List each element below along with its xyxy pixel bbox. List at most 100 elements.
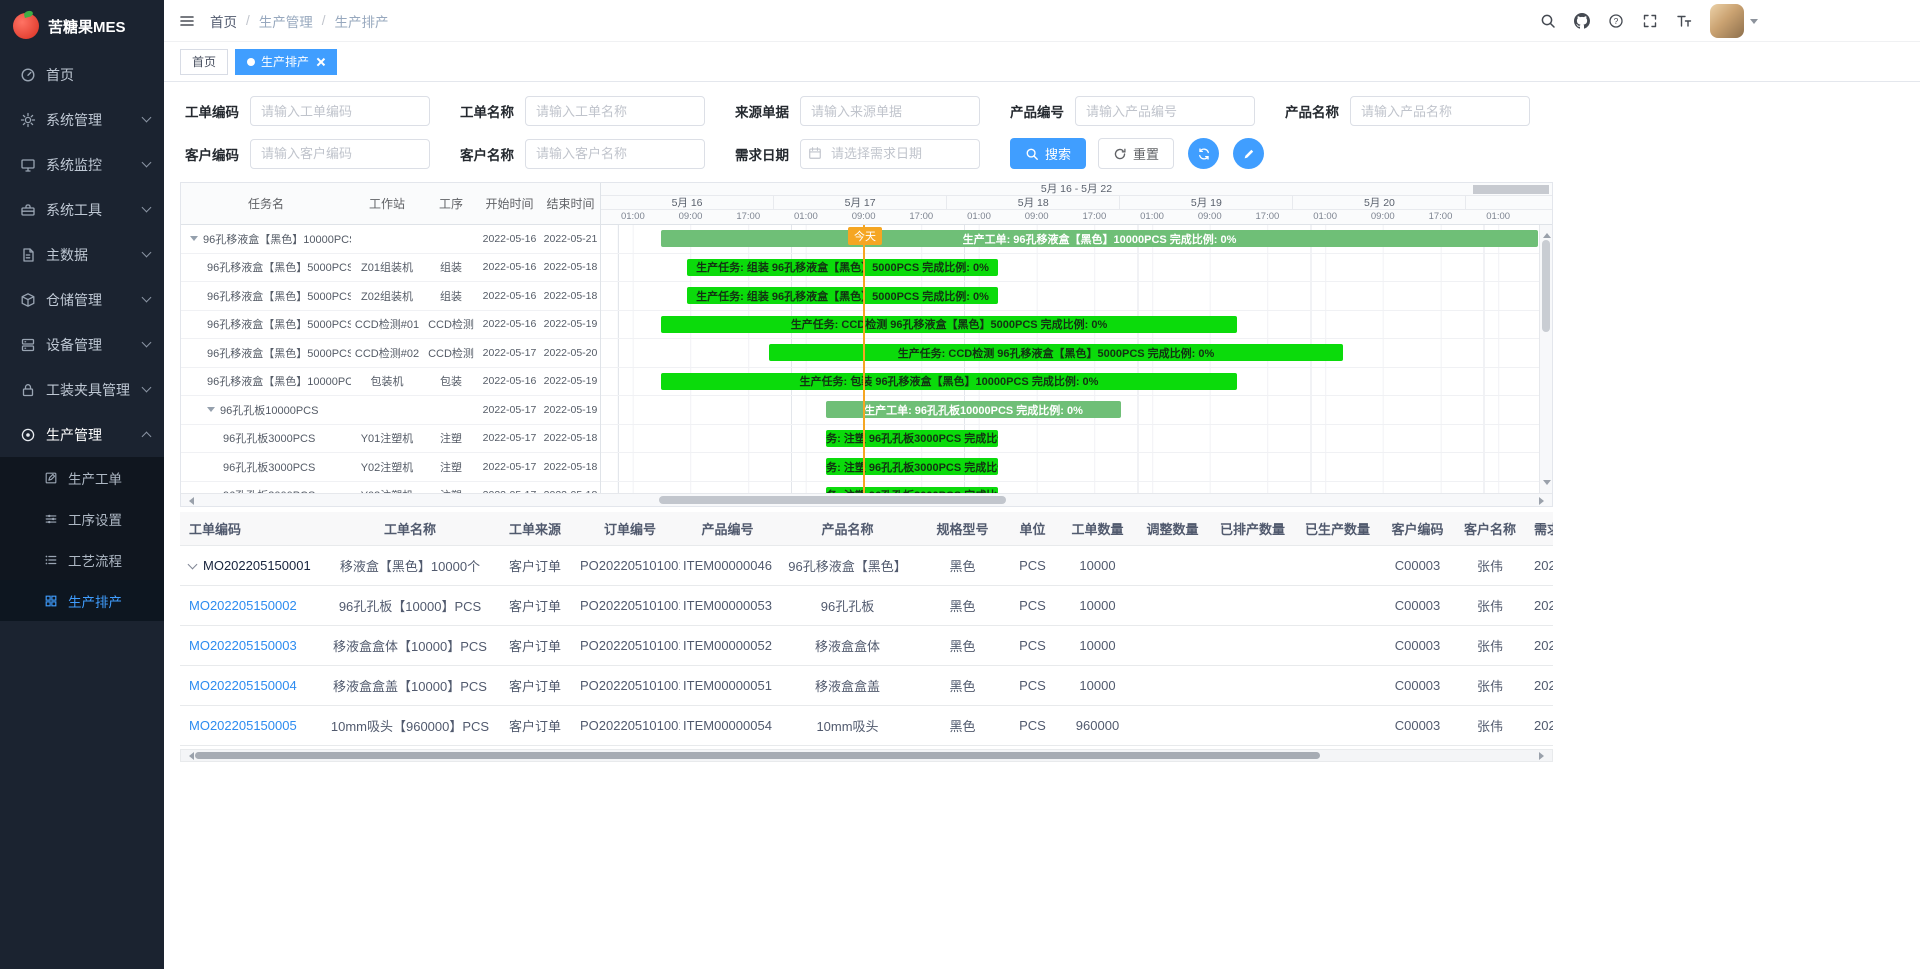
chevron-down-icon — [142, 203, 152, 213]
user-menu[interactable] — [1710, 4, 1758, 38]
gantt-bar-task[interactable]: 生产任务: 注塑 96孔孔板3000PCS 完成比例: 0% — [826, 430, 998, 447]
sidebar-item-system-mgmt[interactable]: 系统管理 — [0, 97, 164, 142]
sidebar-item-work-orders[interactable]: 生产工单 — [0, 457, 164, 498]
order-no: PO202205101001 — [580, 625, 680, 665]
order-row[interactable]: MO202205150005 10mm吸头【960000】PCS 客户订单 PO… — [180, 705, 1553, 745]
tab-scheduling[interactable]: 生产排产 — [235, 49, 337, 75]
reset-button[interactable]: 重置 — [1098, 138, 1174, 169]
sidebar-item-system-tools[interactable]: 系统工具 — [0, 187, 164, 232]
gantt-row[interactable]: 96孔移液盒【黑色】10000PCS 包装机 包装 2022-05-16 202… — [181, 368, 600, 397]
customer-name-input[interactable] — [525, 139, 705, 169]
timeline-range-scrollbar[interactable] — [1473, 185, 1549, 194]
sidebar-toggle-button[interactable] — [164, 0, 210, 42]
order-row[interactable]: MO202205150003 移液盒盒体【10000】PCS 客户订单 PO20… — [180, 625, 1553, 665]
order-code-link[interactable]: MO202205150002 — [189, 598, 297, 613]
demand-date-input[interactable] — [800, 139, 980, 169]
tab-close-icon[interactable] — [315, 57, 325, 67]
product-name: 移液盒盒体 — [775, 625, 920, 665]
scrollbar-thumb[interactable] — [195, 752, 1320, 759]
fullscreen-button[interactable] — [1634, 4, 1666, 38]
order-qty: 960000 — [1060, 705, 1135, 745]
gantt-bar-task[interactable]: 生产任务: CCD检测 96孔移液盒【黑色】5000PCS 完成比例: 0% — [661, 316, 1237, 333]
sidebar-item-process-settings[interactable]: 工序设置 — [0, 498, 164, 539]
order-code-link[interactable]: MO202205150001 — [203, 558, 311, 573]
scrollbar-thumb[interactable] — [1542, 240, 1550, 332]
order-row[interactable]: MO202205150001 移液盒【黑色】10000个 客户订单 PO2022… — [180, 545, 1553, 585]
orders-horizontal-scrollbar[interactable] — [180, 749, 1553, 762]
workstation: 包装机 — [351, 373, 423, 389]
sidebar-item-production[interactable]: 生产管理 — [0, 412, 164, 457]
sidebar-item-home[interactable]: 首页 — [0, 52, 164, 97]
spec: 黑色 — [920, 625, 1005, 665]
gantt-row[interactable]: 96孔移液盒【黑色】5000PCS Z01组装机 组装 2022-05-16 2… — [181, 254, 600, 283]
edit-schedule-button[interactable] — [1233, 138, 1264, 169]
order-code-link[interactable]: MO202205150003 — [189, 638, 297, 653]
github-button[interactable] — [1566, 4, 1598, 38]
order-row[interactable]: MO202205150002 96孔孔板【10000】PCS 客户订单 PO20… — [180, 585, 1553, 625]
scroll-left-arrow[interactable] — [185, 752, 194, 760]
gantt-row[interactable]: 96孔移液盒【黑色】10000PCS 2022-05-16 2022-05-21 — [181, 225, 600, 254]
scroll-up-arrow[interactable] — [1543, 229, 1551, 238]
gantt-horizontal-scrollbar[interactable] — [181, 493, 1552, 506]
edit-icon — [44, 471, 58, 485]
sidebar-item-warehouse[interactable]: 仓储管理 — [0, 277, 164, 322]
gantt-bar-workorder[interactable]: 生产工单: 96孔孔板10000PCS 完成比例: 0% — [826, 401, 1121, 418]
scheduled-qty — [1210, 585, 1295, 625]
breadcrumb-production[interactable]: 生产管理 — [259, 11, 313, 31]
gantt-vertical-scrollbar[interactable] — [1539, 225, 1552, 493]
sidebar-item-system-monitor[interactable]: 系统监控 — [0, 142, 164, 187]
gantt-bar-task[interactable]: 生产任务: 组装 96孔移液盒【黑色】5000PCS 完成比例: 0% — [687, 287, 998, 304]
order-code-link[interactable]: MO202205150005 — [189, 718, 297, 733]
order-name-input[interactable] — [525, 96, 705, 126]
source-doc-input[interactable] — [800, 96, 980, 126]
refresh-gantt-button[interactable] — [1188, 138, 1219, 169]
scheduled-qty — [1210, 545, 1295, 585]
gantt-bar-workorder[interactable]: 生产工单: 96孔移液盒【黑色】10000PCS 完成比例: 0% — [661, 230, 1538, 247]
scrollbar-thumb[interactable] — [659, 496, 1006, 504]
order-code-input[interactable] — [250, 96, 430, 126]
product-name: 96孔移液盒【黑色】 — [775, 545, 920, 585]
gantt-bar-task[interactable]: 生产任务: CCD检测 96孔移液盒【黑色】5000PCS 完成比例: 0% — [769, 344, 1343, 361]
workstation: Y02注塑机 — [351, 459, 423, 475]
scheduled-qty — [1210, 665, 1295, 705]
product-name-input[interactable] — [1350, 96, 1530, 126]
gantt-row[interactable]: 96孔孔板3000PCS Y01注塑机 注塑 2022-05-17 2022-0… — [181, 425, 600, 454]
gantt-row[interactable]: 96孔孔板3000PCS Y02注塑机 注塑 2022-05-17 2022-0… — [181, 453, 600, 482]
collapse-caret-icon[interactable] — [207, 407, 215, 416]
gantt-row[interactable]: 96孔孔板3000PCS Y03注塑机 注塑 2022-05-17 2022-0… — [181, 482, 600, 494]
scroll-right-arrow[interactable] — [1539, 497, 1548, 505]
sidebar-item-process-flow[interactable]: 工艺流程 — [0, 539, 164, 580]
col-customer-code: 客户编码 — [1380, 512, 1455, 545]
help-button[interactable]: ? — [1600, 4, 1632, 38]
produced-qty — [1295, 665, 1380, 705]
tab-home[interactable]: 首页 — [180, 49, 228, 75]
scroll-right-arrow[interactable] — [1539, 752, 1548, 760]
gantt-col-end: 结束时间 — [540, 195, 601, 212]
gantt-bar-task[interactable]: 生产任务: 注塑 96孔孔板3000PCS 完成比例: 0% — [826, 458, 998, 475]
gantt-bar-task[interactable]: 生产任务: 组装 96孔移液盒【黑色】5000PCS 完成比例: 0% — [687, 259, 998, 276]
font-size-button[interactable] — [1668, 4, 1700, 38]
sidebar-item-fixtures[interactable]: 工装夹具管理 — [0, 367, 164, 412]
sidebar-item-master-data[interactable]: 主数据 — [0, 232, 164, 277]
gantt-row[interactable]: 96孔移液盒【黑色】5000PCS Z02组装机 组装 2022-05-16 2… — [181, 282, 600, 311]
task-name: 96孔孔板3000PCS — [223, 430, 315, 446]
gantt-bar-task[interactable]: 生产任务: 包装 96孔移液盒【黑色】10000PCS 完成比例: 0% — [661, 373, 1237, 390]
order-code-link[interactable]: MO202205150004 — [189, 678, 297, 693]
breadcrumb-home[interactable]: 首页 — [210, 11, 237, 31]
collapse-caret-icon[interactable] — [190, 236, 198, 245]
gantt-row[interactable]: 96孔移液盒【黑色】5000PCS CCD检测#01 CCD检测 2022-05… — [181, 311, 600, 340]
gantt-row[interactable]: 96孔移液盒【黑色】5000PCS CCD检测#02 CCD检测 2022-05… — [181, 339, 600, 368]
customer-code-input[interactable] — [250, 139, 430, 169]
scroll-down-arrow[interactable] — [1543, 480, 1551, 489]
product-name: 移液盒盒盖 — [775, 665, 920, 705]
sidebar-item-equipment[interactable]: 设备管理 — [0, 322, 164, 367]
expand-caret-icon[interactable] — [188, 559, 198, 569]
filter-label: 需求日期 — [735, 144, 789, 164]
gantt-row[interactable]: 96孔孔板10000PCS 2022-05-17 2022-05-19 — [181, 396, 600, 425]
sidebar-item-scheduling[interactable]: 生产排产 — [0, 580, 164, 621]
order-row[interactable]: MO202205150004 移液盒盒盖【10000】PCS 客户订单 PO20… — [180, 665, 1553, 705]
scroll-left-arrow[interactable] — [185, 497, 194, 505]
search-submit-button[interactable]: 搜索 — [1010, 138, 1086, 169]
product-code-input[interactable] — [1075, 96, 1255, 126]
search-button[interactable] — [1532, 4, 1564, 38]
